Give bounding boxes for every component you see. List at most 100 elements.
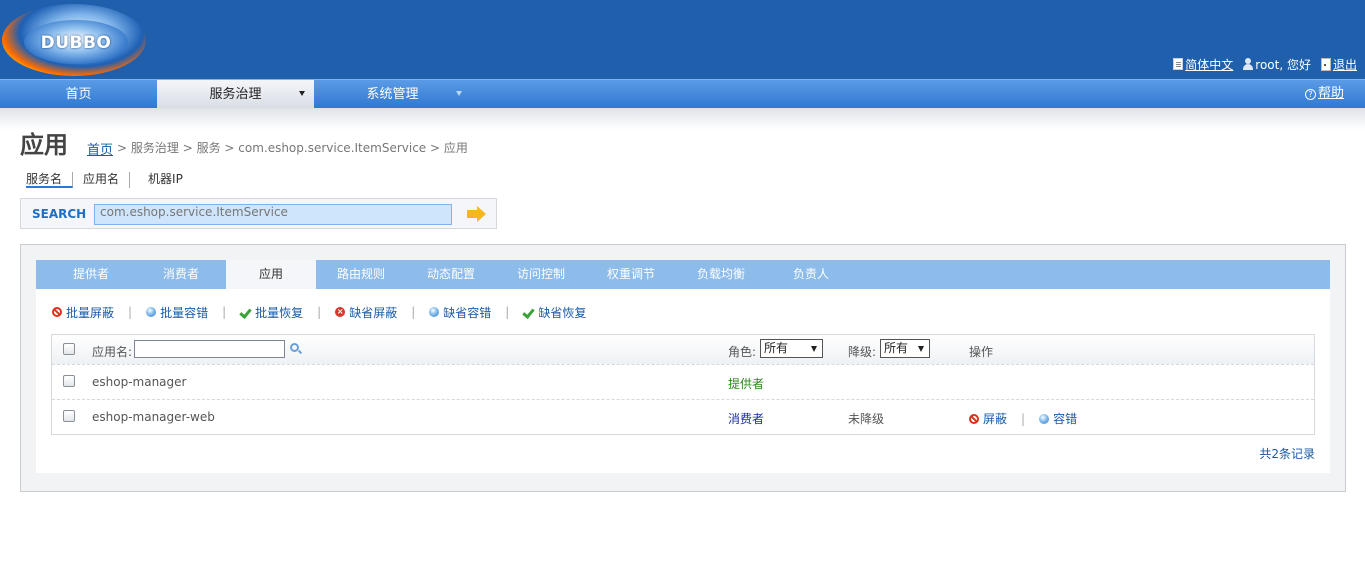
separator: | xyxy=(505,305,510,319)
help-icon: ? xyxy=(1304,88,1316,100)
nav-item-service-governance-label: 服务治理 xyxy=(209,87,262,102)
tab-weight[interactable]: 权重调节 xyxy=(586,260,676,289)
header: DUBBO 简体中文 root, 您好 退出 xyxy=(0,0,1365,79)
batch-actions: 批量屏蔽 | 批量容错 | 批量恢复 | × 缺省屏蔽 | 缺省容错 | 缺省恢… xyxy=(52,304,586,320)
degrade-filter-value: 所有 xyxy=(884,341,909,355)
total-records: 共2条记录 xyxy=(1259,447,1315,461)
batch-tolerate-label: 批量容错 xyxy=(160,305,209,320)
user-icon xyxy=(1243,58,1254,70)
document-icon xyxy=(1173,58,1184,70)
tab-dynamic-config[interactable]: 动态配置 xyxy=(406,260,496,289)
app-name-cell: eshop-manager xyxy=(92,375,187,389)
chevron-down-icon xyxy=(299,91,305,96)
dubbo-logo[interactable]: DUBBO xyxy=(2,4,146,76)
row-checkbox[interactable] xyxy=(63,410,75,422)
operation-column-header: 操作 xyxy=(969,345,994,359)
tab-consumers[interactable]: 消费者 xyxy=(136,260,226,289)
row-checkbox[interactable] xyxy=(63,375,75,387)
tab-load-balance[interactable]: 负载均衡 xyxy=(676,260,766,289)
separator: | xyxy=(222,305,227,319)
app-name-filter-label: 应用名: xyxy=(92,345,133,359)
degrade-filter-select[interactable]: 所有 xyxy=(880,339,930,358)
batch-recover-button[interactable]: 批量恢复 xyxy=(240,304,303,321)
search-go-arrow-icon[interactable] xyxy=(467,206,487,222)
tab-routing-rules[interactable]: 路由规则 xyxy=(316,260,406,289)
default-recover-label: 缺省恢复 xyxy=(538,305,587,320)
role-cell: 消费者 xyxy=(728,412,765,426)
nav-item-system-admin-label: 系统管理 xyxy=(366,87,419,102)
nav-item-service-governance[interactable]: 服务治理 xyxy=(157,80,314,108)
tolerate-label: 容错 xyxy=(1053,412,1078,426)
degrade-cell: 未降级 xyxy=(848,412,885,426)
tolerate-icon xyxy=(1039,413,1050,424)
user-bar: 简体中文 root, 您好 退出 xyxy=(1173,55,1357,73)
degrade-filter-label: 降级: xyxy=(848,345,877,359)
breadcrumb: 首页 > 服务治理 > 服务 > com.eshop.service.ItemS… xyxy=(87,139,468,158)
language-label[interactable]: 简体中文 xyxy=(1185,56,1233,73)
help-label[interactable]: 帮助 xyxy=(1318,79,1344,109)
search-box: SEARCH com.eshop.service.ItemService xyxy=(20,198,497,229)
x-circle-icon: × xyxy=(335,307,346,317)
nav-item-home[interactable]: 首页 xyxy=(0,80,157,108)
separator: | xyxy=(317,305,322,319)
chevron-down-icon xyxy=(918,346,924,352)
tolerate-icon xyxy=(429,307,440,317)
breadcrumb-path: > 服务治理 > 服务 > com.eshop.service.ItemServ… xyxy=(117,141,468,155)
nav-item-system-admin[interactable]: 系统管理 xyxy=(314,80,471,108)
detail-tabbar: 提供者 消费者 应用 路由规则 动态配置 访问控制 权重调节 负载均衡 负责人 xyxy=(36,260,1330,289)
search-icon[interactable] xyxy=(290,343,299,352)
breadcrumb-home-link[interactable]: 首页 xyxy=(87,139,113,158)
separator: | xyxy=(411,305,416,319)
page-title: 应用 xyxy=(20,131,68,159)
disable-label: 屏蔽 xyxy=(983,412,1008,426)
search-label: SEARCH xyxy=(32,207,87,221)
search-type-tabs: 服务名 应用名 机器IP xyxy=(26,172,193,188)
logo-text: DUBBO xyxy=(40,33,112,53)
chevron-down-icon xyxy=(811,346,817,352)
table-header: 应用名: 角色: 所有 降级: 所有 操作 xyxy=(52,335,1314,365)
tab-applications[interactable]: 应用 xyxy=(226,260,316,289)
logout-label[interactable]: 退出 xyxy=(1333,56,1357,73)
tab-access-control[interactable]: 访问控制 xyxy=(496,260,586,289)
search-input[interactable]: com.eshop.service.ItemService xyxy=(94,204,452,225)
search-tab-machine-ip[interactable]: 机器IP xyxy=(130,172,193,188)
check-icon xyxy=(240,308,251,317)
tolerate-button[interactable]: 容错 xyxy=(1039,410,1077,427)
header-shadow-band xyxy=(0,108,1365,130)
ban-icon xyxy=(969,413,979,424)
ban-icon xyxy=(52,307,62,317)
default-disable-button[interactable]: × 缺省屏蔽 xyxy=(335,304,397,321)
user-greeting-text: root, 您好 xyxy=(1255,57,1311,72)
main-nav: 首页 服务治理 系统管理 ? 帮助 xyxy=(0,79,1365,108)
default-tolerate-label: 缺省容错 xyxy=(443,305,492,320)
table-row: eshop-manager 提供者 xyxy=(52,365,1314,400)
batch-disable-label: 批量屏蔽 xyxy=(66,305,115,320)
tab-owner[interactable]: 负责人 xyxy=(766,260,856,289)
disable-button[interactable]: 屏蔽 xyxy=(969,410,1007,427)
default-recover-button[interactable]: 缺省恢复 xyxy=(523,304,586,321)
app-name-filter-input[interactable] xyxy=(134,340,285,358)
batch-recover-label: 批量恢复 xyxy=(255,305,304,320)
default-tolerate-button[interactable]: 缺省容错 xyxy=(429,304,491,321)
table-row: eshop-manager-web 消费者 未降级 屏蔽 | 容错 xyxy=(52,400,1314,435)
applications-table: 应用名: 角色: 所有 降级: 所有 操作 eshop-manager 提供者 xyxy=(51,334,1315,435)
chevron-down-icon xyxy=(456,91,462,96)
tab-providers[interactable]: 提供者 xyxy=(46,260,136,289)
select-all-checkbox[interactable] xyxy=(63,343,75,355)
batch-disable-button[interactable]: 批量屏蔽 xyxy=(52,304,114,321)
role-filter-label: 角色: xyxy=(728,345,757,359)
batch-tolerate-button[interactable]: 批量容错 xyxy=(146,304,208,321)
search-tab-service-name[interactable]: 服务名 xyxy=(26,172,74,188)
tolerate-icon xyxy=(146,307,157,317)
default-disable-label: 缺省屏蔽 xyxy=(349,305,398,320)
user-greeting: root, 您好 xyxy=(1243,56,1311,73)
role-filter-select[interactable]: 所有 xyxy=(760,339,823,358)
app-name-cell: eshop-manager-web xyxy=(92,410,215,424)
check-icon xyxy=(523,308,534,317)
logout-link[interactable]: 退出 xyxy=(1320,56,1357,73)
separator: | xyxy=(1021,411,1026,426)
language-link[interactable]: 简体中文 xyxy=(1173,56,1233,73)
help-link[interactable]: ? 帮助 xyxy=(1304,79,1344,109)
role-filter-value: 所有 xyxy=(764,341,789,355)
search-tab-app-name[interactable]: 应用名 xyxy=(73,172,131,188)
